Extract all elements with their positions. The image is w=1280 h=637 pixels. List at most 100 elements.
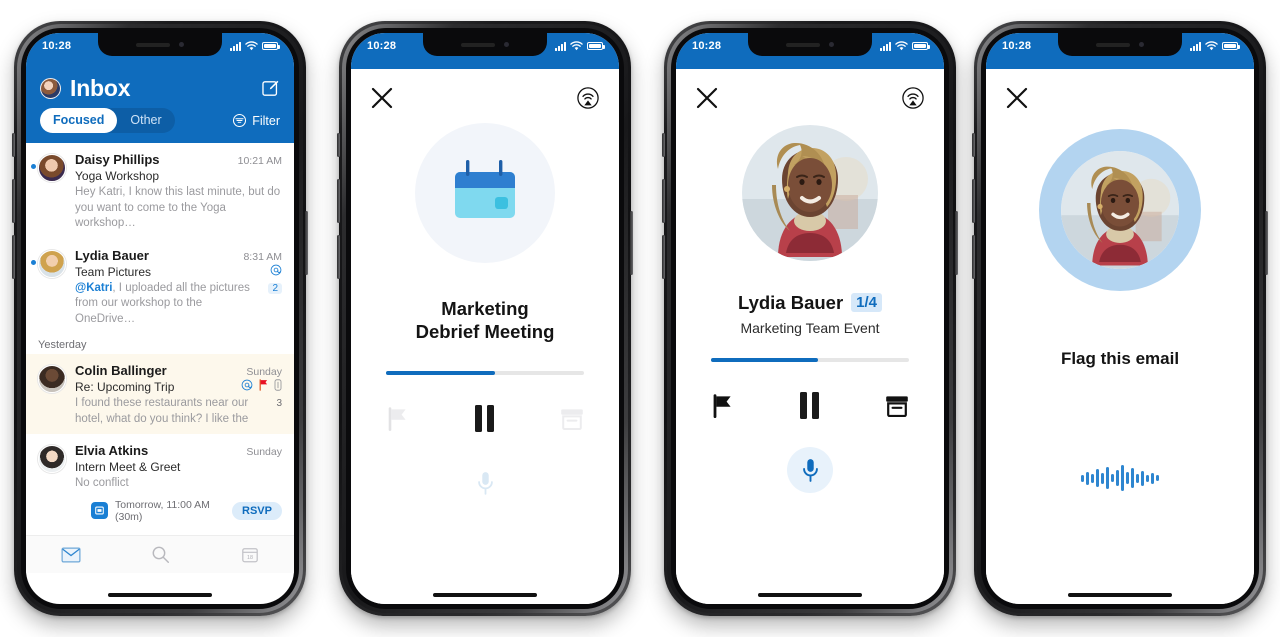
calendar-event-icon (91, 502, 108, 520)
phone-inbox-screen: 10:28 Inbox Focused Other Filter Daisy P… (26, 33, 294, 604)
pause-icon[interactable] (474, 405, 494, 433)
volume-up-button[interactable] (972, 179, 975, 223)
message-count: 2 (268, 282, 282, 294)
volume-down-button[interactable] (972, 235, 975, 279)
notch (1058, 33, 1182, 56)
airplay-icon[interactable] (902, 87, 924, 109)
notch (98, 33, 222, 56)
message-time: Sunday (246, 366, 282, 379)
mute-switch[interactable] (662, 133, 665, 157)
power-button[interactable] (630, 211, 633, 275)
page-title: Lydia Bauer 1/4 (737, 291, 883, 314)
phone-lydia: 10:28 Lydia Bauer 1/4 Marketing Team Eve… (662, 21, 958, 616)
power-button[interactable] (1265, 211, 1268, 275)
message-body: Lydia Bauer 8:31 AM Team Pictures @Katri… (75, 248, 282, 328)
unread-indicator (31, 259, 36, 265)
unread-indicator (31, 164, 36, 169)
pivot-group: Focused Other (40, 108, 175, 133)
meeting-title-line2: Debrief Meeting (415, 321, 555, 343)
message-sender: Elvia Atkins (75, 443, 149, 459)
avatar (38, 445, 66, 474)
contact-photo-ring (1039, 129, 1201, 291)
volume-down-button[interactable] (662, 235, 665, 279)
archive-icon[interactable] (560, 408, 584, 430)
tab-bar[interactable]: 18 (26, 535, 294, 573)
meeting-title-line1: Marketing (441, 298, 529, 319)
volume-up-button[interactable] (12, 179, 15, 223)
volume-down-button[interactable] (12, 235, 15, 279)
status-time: 10:28 (692, 40, 722, 52)
volume-up-button[interactable] (662, 179, 665, 223)
earpiece-speaker (786, 42, 820, 47)
playback-progress-bar[interactable] (386, 371, 584, 376)
table-row[interactable]: Elvia Atkins Sunday Intern Meet & Greet … (26, 434, 294, 530)
microphone-button[interactable] (462, 460, 508, 506)
status-time: 10:28 (42, 40, 72, 52)
status-indicators (555, 41, 605, 51)
flag-icon[interactable] (711, 393, 733, 418)
attachment-icon (274, 379, 282, 391)
mute-switch[interactable] (337, 133, 340, 157)
earpiece-speaker (136, 42, 170, 47)
message-meta: Daisy Phillips 10:21 AM (75, 152, 282, 167)
status-bar: 10:28 (986, 33, 1254, 69)
contact-name: Lydia Bauer (737, 292, 844, 313)
playback-progress-fill (711, 358, 818, 363)
home-indicator (758, 593, 862, 597)
playback-controls (386, 405, 584, 433)
tab-focused[interactable]: Focused (40, 108, 118, 133)
earpiece-speaker (461, 42, 495, 47)
home-indicator (433, 593, 537, 597)
wifi-icon (895, 41, 908, 51)
message-preview: I found these restaurants near our hotel… (75, 397, 249, 425)
table-row[interactable]: Colin Ballinger Sunday Re: Upcoming Trip (26, 354, 294, 435)
playback-progress-fill (386, 371, 495, 376)
power-button[interactable] (305, 211, 308, 275)
mute-switch[interactable] (12, 133, 15, 157)
flag-icon[interactable] (386, 407, 408, 431)
airplay-icon[interactable] (577, 87, 599, 109)
flag-icon (259, 379, 268, 391)
filter-label: Filter (252, 113, 280, 128)
contact-photo (742, 125, 878, 261)
microphone-button[interactable] (787, 447, 833, 494)
table-row[interactable]: Lydia Bauer 8:31 AM Team Pictures @Katri… (26, 239, 294, 335)
avatar (38, 154, 66, 182)
mail-list[interactable]: Daisy Phillips 10:21 AM Yoga Workshop He… (26, 143, 294, 535)
notch (748, 33, 872, 56)
pme-toolbar (986, 69, 1254, 111)
volume-down-button[interactable] (337, 235, 340, 279)
compose-icon[interactable] (261, 79, 280, 98)
tab-other[interactable]: Other (117, 108, 174, 133)
calendar-icon[interactable]: 18 (241, 546, 259, 564)
status-bar: 10:28 (676, 33, 944, 69)
notch (423, 33, 547, 56)
filter-button[interactable]: Filter (232, 113, 280, 128)
message-meta: Lydia Bauer 8:31 AM (75, 248, 282, 263)
message-subject-line: Re: Upcoming Trip (75, 378, 282, 394)
rsvp-button[interactable]: RSVP (232, 501, 282, 520)
message-sender: Daisy Phillips (75, 152, 160, 167)
close-icon[interactable] (371, 87, 393, 109)
page-title: Flag this email (1060, 349, 1180, 368)
archive-icon[interactable] (885, 395, 909, 417)
pause-icon[interactable] (799, 392, 819, 420)
table-row[interactable]: Kristin Patterson Sunday FW: Volunteers … (26, 530, 294, 535)
mail-icon[interactable] (61, 546, 81, 563)
close-icon[interactable] (696, 87, 718, 109)
close-icon[interactable] (1006, 87, 1028, 109)
calendar-illustration (415, 123, 555, 263)
front-camera (829, 42, 834, 47)
status-badge: 1/4 (851, 293, 883, 313)
earpiece-speaker (1096, 42, 1130, 47)
phone-flag: 10:28 Flag this email (972, 21, 1268, 616)
power-button[interactable] (955, 211, 958, 275)
volume-up-button[interactable] (337, 179, 340, 223)
playback-progress-bar[interactable] (711, 358, 909, 363)
table-row[interactable]: Daisy Phillips 10:21 AM Yoga Workshop He… (26, 143, 294, 239)
message-time: 8:31 AM (243, 250, 282, 263)
mute-switch[interactable] (972, 133, 975, 157)
search-icon[interactable] (151, 545, 170, 564)
message-preview-line: @Katri, I uploaded all the pictures from… (75, 279, 282, 328)
user-avatar-icon[interactable] (40, 77, 61, 99)
